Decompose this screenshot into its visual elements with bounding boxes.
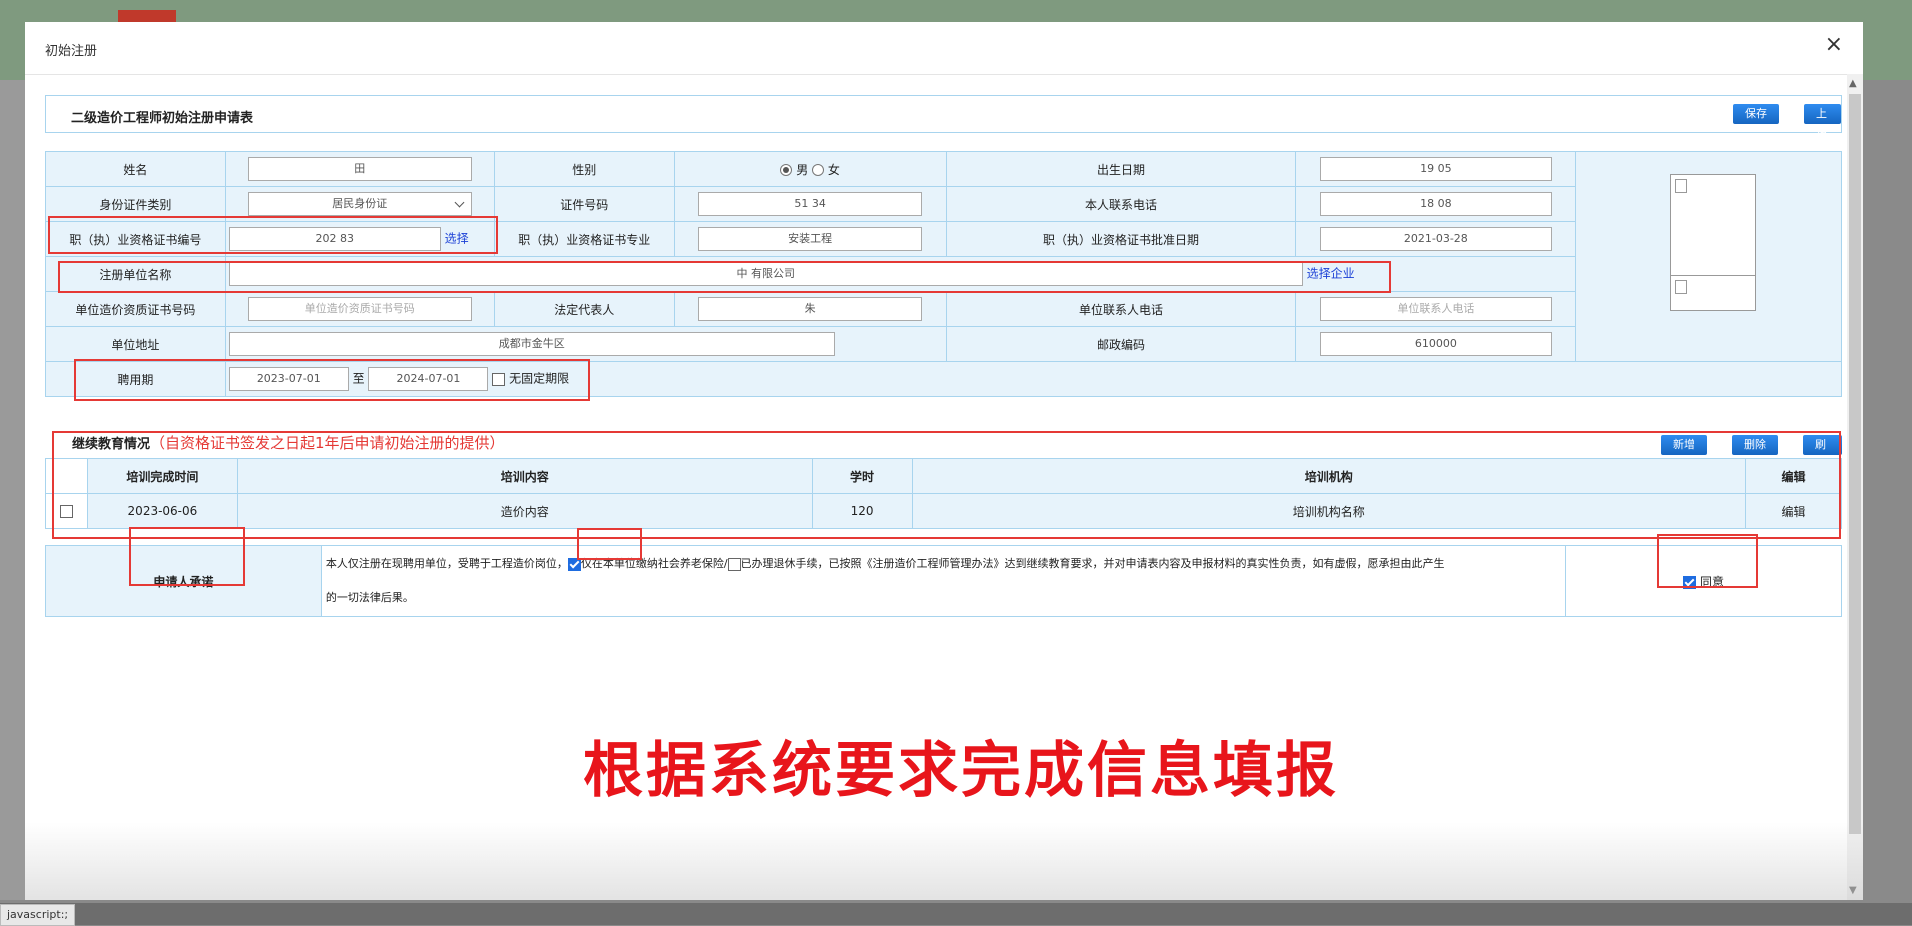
id-type-select[interactable]: 居民身份证 bbox=[247, 192, 472, 216]
phone-label: 本人联系电话 bbox=[945, 186, 1297, 222]
birth-input[interactable]: 19 05 bbox=[1319, 157, 1552, 181]
gender-female-radio[interactable] bbox=[812, 164, 825, 176]
highlight-pension bbox=[577, 528, 642, 560]
unit-qual-input[interactable]: 单位造价资质证书号码 bbox=[247, 297, 472, 321]
highlight-education bbox=[52, 431, 1841, 539]
id-no-label: 证件号码 bbox=[493, 186, 675, 222]
postcode-label: 邮政编码 bbox=[945, 326, 1297, 362]
close-icon[interactable]: × bbox=[1825, 32, 1843, 57]
modal-title: 初始注册 bbox=[45, 44, 98, 59]
phone-input[interactable]: 18 08 bbox=[1319, 192, 1552, 216]
unit-contact-input[interactable]: 单位联系人电话 bbox=[1319, 297, 1552, 321]
status-text: javascript:; bbox=[0, 904, 76, 926]
registration-modal: 初始注册 × ▲ ▼ 二级造价工程师初始注册申请表 保存 上报企业 姓名 田 性… bbox=[25, 22, 1863, 900]
highlight-agree bbox=[1657, 534, 1758, 588]
modal-header: 初始注册 × bbox=[25, 22, 1863, 75]
cert-date-input[interactable]: 2021-03-28 bbox=[1319, 227, 1552, 251]
chevron-down-icon bbox=[454, 197, 465, 208]
cert-date-label: 职（执）业资格证书批准日期 bbox=[945, 221, 1297, 257]
bottom-fade bbox=[25, 822, 1863, 900]
commitment-text-1: 本人仅注册在现聘用单位，受聘于工程造价岗位， bbox=[325, 557, 568, 570]
name-input[interactable]: 田 bbox=[247, 157, 472, 181]
photo-cell bbox=[1575, 151, 1842, 362]
photo-upload-box[interactable] bbox=[1670, 174, 1757, 276]
photo-upload-box-2[interactable] bbox=[1670, 275, 1757, 311]
cert-major-label: 职（执）业资格证书专业 bbox=[493, 221, 675, 257]
browser-status-bar bbox=[0, 903, 1912, 925]
unit-contact-label: 单位联系人电话 bbox=[945, 291, 1297, 327]
id-type-value: 居民身份证 bbox=[332, 197, 388, 210]
birth-label: 出生日期 bbox=[945, 151, 1297, 187]
gender-male-label: 男 bbox=[796, 162, 809, 177]
gender-male-radio[interactable] bbox=[780, 164, 793, 176]
form-title-bar: 二级造价工程师初始注册申请表 保存 上报企业 bbox=[45, 95, 1842, 180]
cert-major-input[interactable]: 安装工程 bbox=[698, 227, 923, 251]
gender-female-label: 女 bbox=[827, 162, 840, 177]
legal-rep-input[interactable]: 朱 bbox=[698, 297, 923, 321]
retired-checkbox[interactable] bbox=[727, 557, 741, 571]
submit-to-company-button[interactable]: 上报企业 bbox=[1804, 104, 1841, 180]
id-no-input[interactable]: 51 34 bbox=[698, 192, 923, 216]
commitment-text-2: 的一切法律后果。 bbox=[325, 591, 414, 604]
highlight-commitment-label bbox=[129, 527, 245, 586]
retired-label: 已办理退休手续，已按照《注册造价工程师管理办法》达到继续教育要求，并对申请表内容… bbox=[740, 557, 1445, 570]
postcode-input[interactable]: 610000 bbox=[1319, 332, 1552, 356]
image-placeholder-icon-2 bbox=[1675, 280, 1688, 294]
image-placeholder-icon bbox=[1675, 179, 1688, 193]
legal-rep-label: 法定代表人 bbox=[493, 291, 675, 327]
commitment-table: 申请人承诺 本人仅注册在现聘用单位，受聘于工程造价岗位， 仅在本单位缴纳社会养老保… bbox=[45, 545, 1842, 617]
unit-addr-input[interactable]: 成都市金牛区 bbox=[228, 332, 835, 356]
gender-label: 性别 bbox=[493, 151, 675, 187]
scroll-up-icon[interactable]: ▲ bbox=[1849, 78, 1857, 89]
name-label: 姓名 bbox=[45, 151, 226, 187]
unit-qual-label: 单位造价资质证书号码 bbox=[45, 291, 226, 327]
background-left bbox=[0, 80, 25, 900]
unit-addr-label: 单位地址 bbox=[45, 326, 226, 362]
form-title: 二级造价工程师初始注册申请表 bbox=[71, 111, 254, 126]
commitment-text-cell: 本人仅注册在现聘用单位，受聘于工程造价岗位， 仅在本单位缴纳社会养老保险/已办理退… bbox=[320, 545, 1567, 617]
highlight-unit-name bbox=[58, 261, 1391, 293]
overlay-caption: 根据系统要求完成信息填报 bbox=[583, 736, 1339, 806]
highlight-cert-no bbox=[48, 216, 498, 254]
save-button[interactable]: 保存 bbox=[1733, 104, 1779, 124]
highlight-employ-period bbox=[74, 359, 590, 401]
